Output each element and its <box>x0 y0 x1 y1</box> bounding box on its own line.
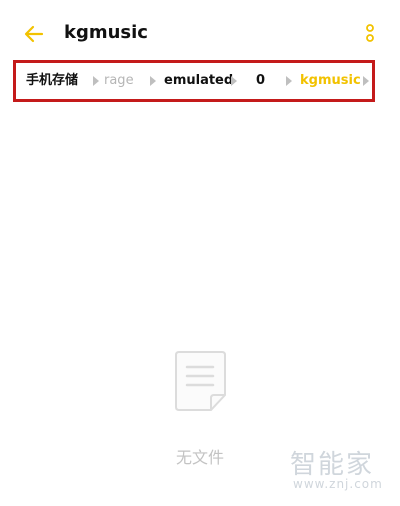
app-header: kgmusic <box>0 0 400 64</box>
breadcrumb-item-emulated[interactable]: emulated <box>164 63 233 99</box>
breadcrumb: 手机存储 rage emulated 0 kgmusic <box>13 60 375 102</box>
chevron-right-icon <box>150 76 156 86</box>
breadcrumb-item-0[interactable]: 0 <box>256 63 265 99</box>
chevron-right-icon <box>93 76 99 86</box>
more-vertical-icon <box>366 24 374 42</box>
page-title: kgmusic <box>64 22 148 43</box>
breadcrumb-item-phone-storage[interactable]: 手机存储 <box>26 63 78 99</box>
watermark-url: www.znj.com <box>293 477 383 491</box>
chevron-right-icon <box>363 76 369 86</box>
watermark: 智能家 www.znj.com <box>290 444 390 494</box>
more-options-button[interactable] <box>358 20 382 48</box>
empty-state-icon <box>173 349 228 413</box>
watermark-title: 智能家 <box>290 450 375 480</box>
arrow-left-icon <box>24 25 44 43</box>
chevron-right-icon <box>286 76 292 86</box>
back-button[interactable] <box>20 20 50 48</box>
document-icon <box>175 351 226 411</box>
chevron-right-icon <box>231 76 237 86</box>
breadcrumb-item-kgmusic[interactable]: kgmusic <box>300 63 361 99</box>
breadcrumb-item-storage[interactable]: rage <box>104 63 134 99</box>
